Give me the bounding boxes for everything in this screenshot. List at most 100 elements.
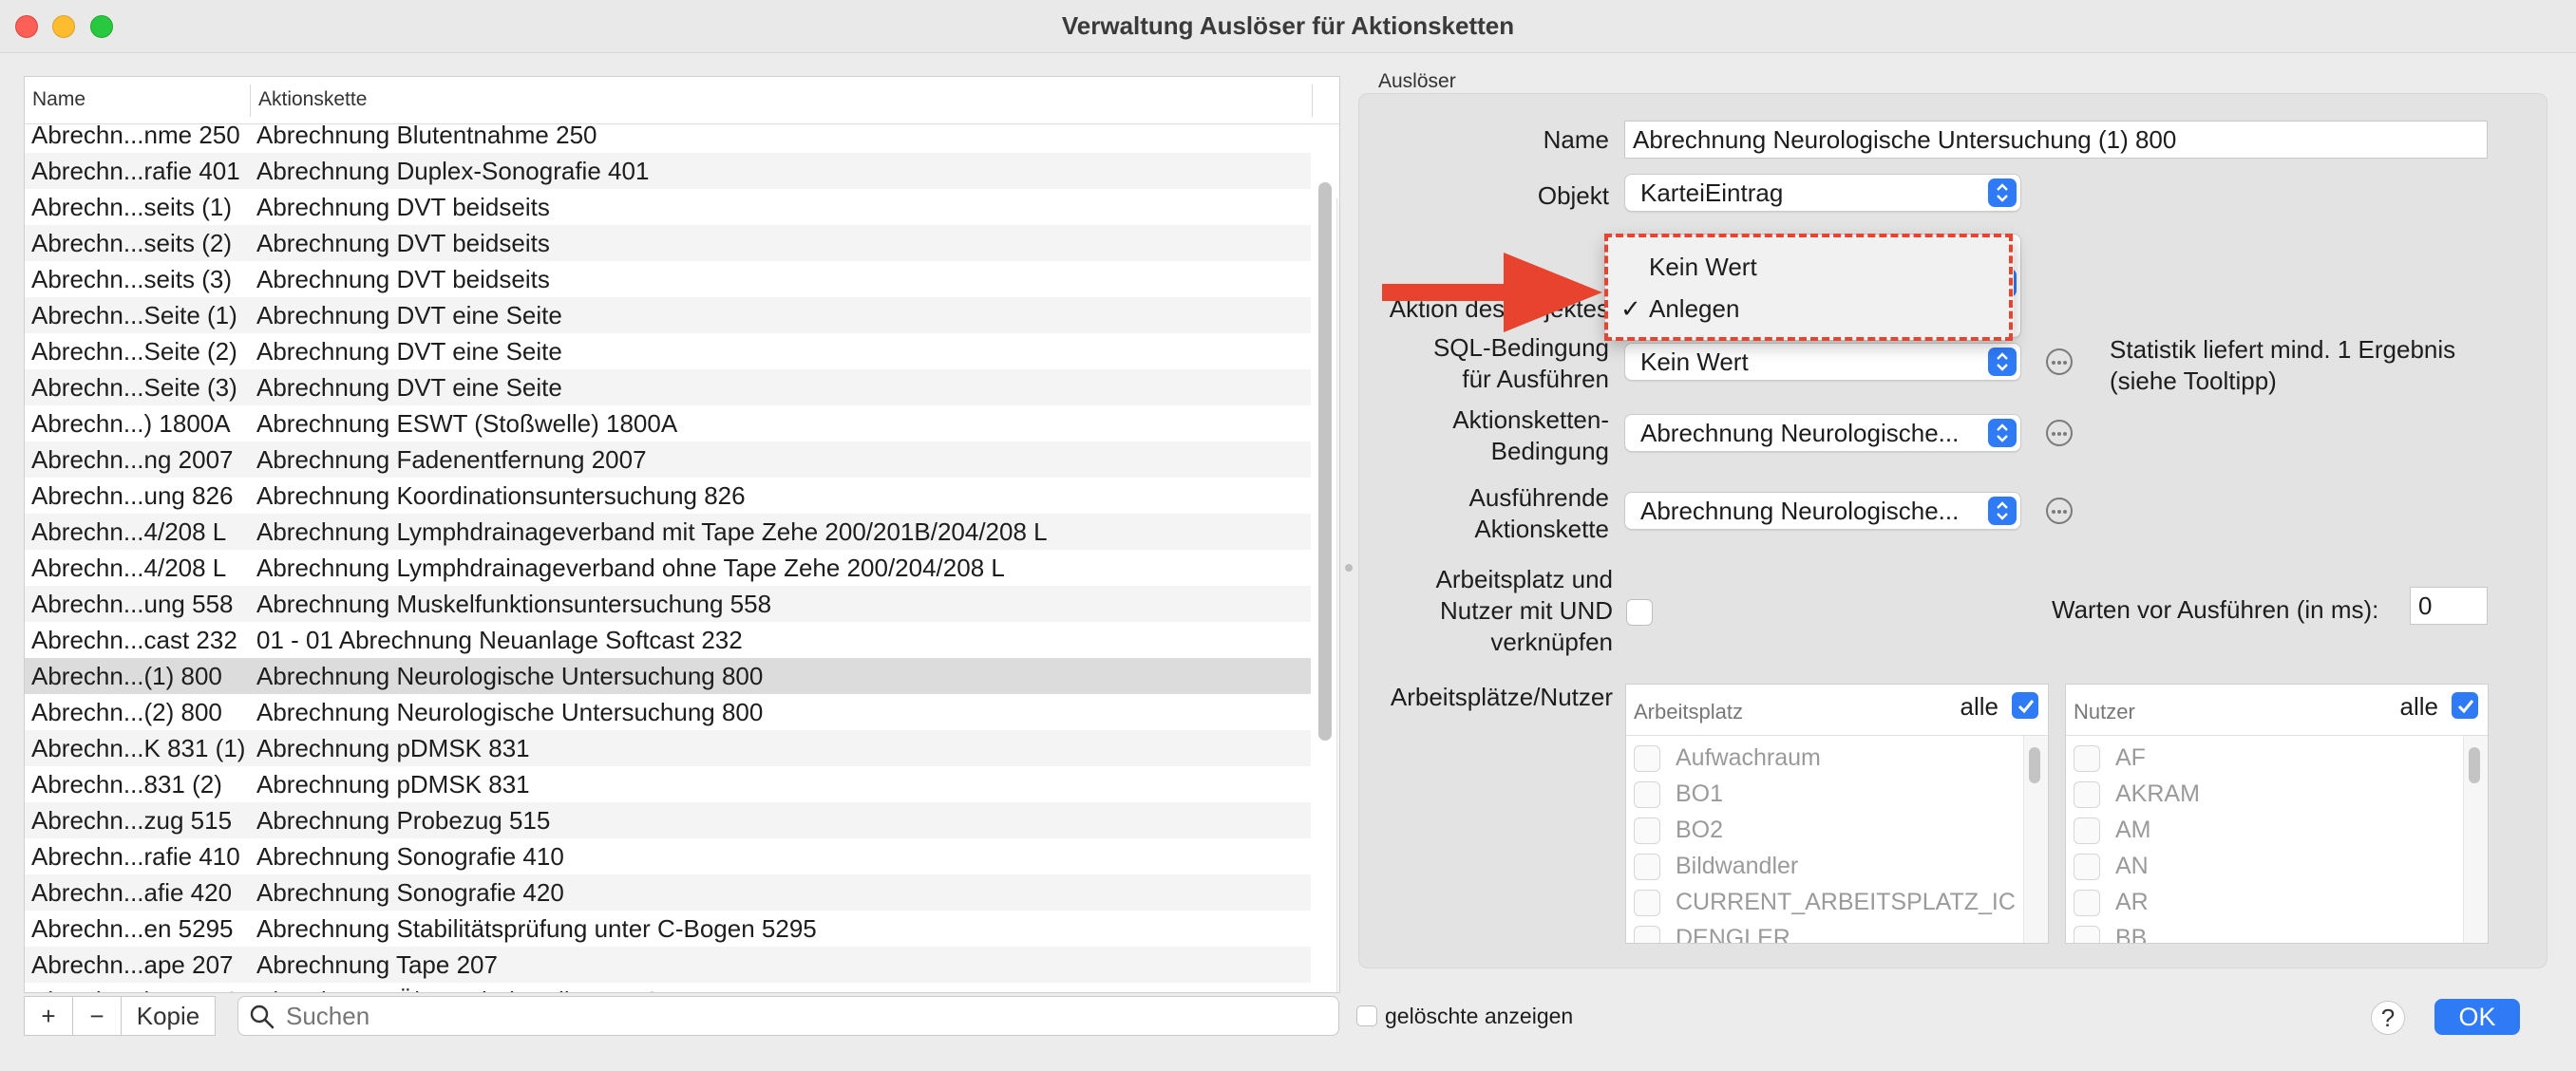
table-row[interactable]: Abrechn...rafie 410 Abrechnung Sonografie… <box>25 838 1311 874</box>
table-row[interactable]: Abrechn...ung 826 Abrechnung Koordination… <box>25 478 1311 514</box>
table-row[interactable]: Abrechn...rafie 401 Abrechnung Duplex-Son… <box>25 153 1311 189</box>
table-row[interactable]: Abrechn...ng 2007 Abrechnung Fadenentfern… <box>25 442 1311 478</box>
row-chain: Abrechnung DVT eine Seite <box>256 301 562 329</box>
item-checkbox[interactable] <box>2074 926 2100 943</box>
wait-field[interactable]: 0 <box>2410 587 2488 625</box>
chain-condition-more-icon[interactable] <box>2046 420 2073 446</box>
item-checkbox[interactable] <box>1634 854 1660 880</box>
table-row[interactable]: Abrechn...seits (1) Abrechnung DVT beidse… <box>25 189 1311 225</box>
row-name: Abrechn...Seite (3) <box>31 373 237 402</box>
row-name: Abrechn...Seite (1) <box>31 301 237 329</box>
table-row[interactable]: Abrechn...cast 232 01 - 01 Abrechnung Neu… <box>25 622 1311 658</box>
table-row[interactable]: Abrechn...nme 250 Abrechnung Blutentnahme… <box>25 117 1311 153</box>
trigger-list[interactable]: Name Aktionskette Abrechn...nme 250 Abrec… <box>24 76 1340 993</box>
table-row[interactable]: Abrechn...seits (2) Abrechnung DVT beidse… <box>25 225 1311 261</box>
user-list[interactable]: Nutzer alle AF AKRAM AM AN AR BB <box>2065 684 2489 944</box>
exec-chain-popup[interactable]: Abrechnung Neurologische... <box>1624 492 2021 530</box>
red-arrow-icon <box>1382 253 1602 332</box>
row-chain: Abrechnung Koordinationsuntersuchung 826 <box>256 481 746 510</box>
row-chain: Abrechnung Fadenentfernung 2007 <box>256 445 647 474</box>
column-divider[interactable] <box>1312 85 1313 117</box>
object-label: Objekt <box>1537 181 1609 210</box>
item-checkbox[interactable] <box>2074 817 2100 844</box>
table-row[interactable]: Abrechn...4/208 L Abrechnung Lymphdrainag… <box>25 550 1311 586</box>
table-row[interactable]: Abrechn...ung 558 Abrechnung Muskelfunkti… <box>25 586 1311 622</box>
user-all-checkbox[interactable] <box>2452 692 2478 719</box>
workplace-list-header: Arbeitsplatz alle <box>1626 685 2048 736</box>
row-chain: Abrechnung ESWT (Stoßwelle) 1800A <box>256 409 678 438</box>
column-header-name[interactable]: Name <box>32 88 85 111</box>
workplace-all-checkbox[interactable] <box>2012 692 2038 719</box>
item-label: BB <box>2115 925 2148 944</box>
table-row[interactable]: Abrechn...(2) 800 Abrechnung Neurologisch… <box>25 694 1311 730</box>
table-row[interactable]: Abrechn...Seite (3) Abrechnung DVT eine S… <box>25 369 1311 405</box>
column-header-chain[interactable]: Aktionskette <box>258 88 367 111</box>
row-name: Abrechn...afie 420 <box>31 878 233 907</box>
title-bar: Verwaltung Auslöser für Aktionsketten <box>0 0 2576 53</box>
item-label: BO2 <box>1676 817 1724 843</box>
row-chain: Abrechnung Muskelfunktionsuntersuchung 5… <box>256 590 772 618</box>
column-divider[interactable] <box>250 85 251 117</box>
exec-chain-label: Ausführende Aktionskette <box>1468 483 1609 543</box>
search-input[interactable] <box>286 1001 1321 1031</box>
copy-button[interactable]: Kopie <box>121 996 216 1036</box>
show-deleted-label: gelöschte anzeigen <box>1385 1004 1574 1028</box>
row-chain: Abrechnung Neurologische Untersuchung 80… <box>256 662 764 690</box>
row-name: Abrechn...cast 232 <box>31 626 237 654</box>
name-field[interactable]: Abrechnung Neurologische Untersuchung (1… <box>1624 121 2488 159</box>
table-row[interactable]: Abrechn...Seite (2) Abrechnung DVT eine S… <box>25 333 1311 369</box>
sql-note: Statistik liefert mind. 1 Ergebnis (siehe… <box>2110 335 2456 395</box>
item-checkbox[interactable] <box>1634 926 1660 943</box>
table-row[interactable]: Abrechn...en 5295 Abrechnung Stabilitätsp… <box>25 911 1311 947</box>
object-popup-value: KarteiEintrag <box>1640 178 1784 207</box>
table-row[interactable]: Abrechn...(1) 800 Abrechnung Neurologisch… <box>25 658 1311 694</box>
sql-condition-popup[interactable]: Kein Wert <box>1624 343 2021 381</box>
item-checkbox[interactable] <box>1634 817 1660 844</box>
row-name: Abrechn...) 1800A <box>31 409 231 438</box>
table-row[interactable]: Abrechn...Seite (1) Abrechnung DVT eine S… <box>25 297 1311 333</box>
highlight-box <box>1604 234 2013 341</box>
workplace-scrollbar[interactable] <box>2029 747 2040 783</box>
sql-more-icon[interactable] <box>2046 348 2073 375</box>
link-and-checkbox[interactable] <box>1626 599 1653 626</box>
item-checkbox[interactable] <box>2074 781 2100 808</box>
item-checkbox[interactable] <box>2074 890 2100 916</box>
help-button[interactable]: ? <box>2371 1001 2405 1035</box>
table-row[interactable]: Abrechn...afie 420 Abrechnung Sonografie … <box>25 874 1311 911</box>
list-scrollbar[interactable] <box>1318 182 1332 741</box>
item-checkbox[interactable] <box>1634 781 1660 808</box>
item-checkbox[interactable] <box>2074 854 2100 880</box>
add-button[interactable]: + <box>24 996 73 1036</box>
table-row[interactable]: Abrechn...zug 515 Abrechnung Probezug 515 <box>25 802 1311 838</box>
table-row[interactable]: Abrechn...ape 207 Abrechnung Tape 207 <box>25 947 1311 983</box>
row-name: Abrechn...(1) 800 <box>31 662 222 690</box>
chain-condition-popup[interactable]: Abrechnung Neurologische... <box>1624 414 2021 452</box>
workplace-list[interactable]: Arbeitsplatz alle Aufwachraum BO1 BO2 Bildw… <box>1625 684 2049 944</box>
item-label: Aufwachraum <box>1676 744 1821 771</box>
table-row[interactable]: Abrechn...4/208 L Abrechnung Lymphdrainag… <box>25 514 1311 550</box>
show-deleted-checkbox[interactable] <box>1356 1005 1377 1026</box>
item-checkbox[interactable] <box>1634 890 1660 916</box>
table-row[interactable]: Abrechn...lung 510Abrechnung Übungsbehan… <box>25 983 1311 992</box>
item-checkbox[interactable] <box>2074 745 2100 772</box>
table-row[interactable]: Abrechn...) 1800A Abrechnung ESWT (Stoßwe… <box>25 405 1311 442</box>
exec-chain-more-icon[interactable] <box>2046 498 2073 524</box>
remove-button[interactable]: − <box>72 996 122 1036</box>
item-checkbox[interactable] <box>1634 745 1660 772</box>
object-popup[interactable]: KarteiEintrag <box>1624 174 2021 212</box>
split-view-divider[interactable] <box>1345 564 1353 577</box>
user-list-header: Nutzer alle <box>2066 685 2488 736</box>
row-chain: Abrechnung Sonografie 420 <box>256 878 564 907</box>
ok-button[interactable]: OK <box>2434 999 2520 1035</box>
item-label: AF <box>2115 744 2146 771</box>
table-row[interactable]: Abrechn...K 831 (1) Abrechnung pDMSK 831 <box>25 730 1311 766</box>
table-row[interactable]: Abrechn...831 (2) Abrechnung pDMSK 831 <box>25 766 1311 802</box>
row-name: Abrechn...4/208 L <box>31 554 227 582</box>
item-label: BO1 <box>1676 780 1724 807</box>
table-row[interactable]: Abrechn...seits (3) Abrechnung DVT beidse… <box>25 261 1311 297</box>
search-field[interactable] <box>237 996 1339 1036</box>
row-name: Abrechn...nme 250 <box>31 121 240 149</box>
user-scrollbar[interactable] <box>2469 747 2480 783</box>
row-chain: Abrechnung Neurologische Untersuchung 80… <box>256 698 764 726</box>
row-chain: Abrechnung DVT beidseits <box>256 265 550 293</box>
